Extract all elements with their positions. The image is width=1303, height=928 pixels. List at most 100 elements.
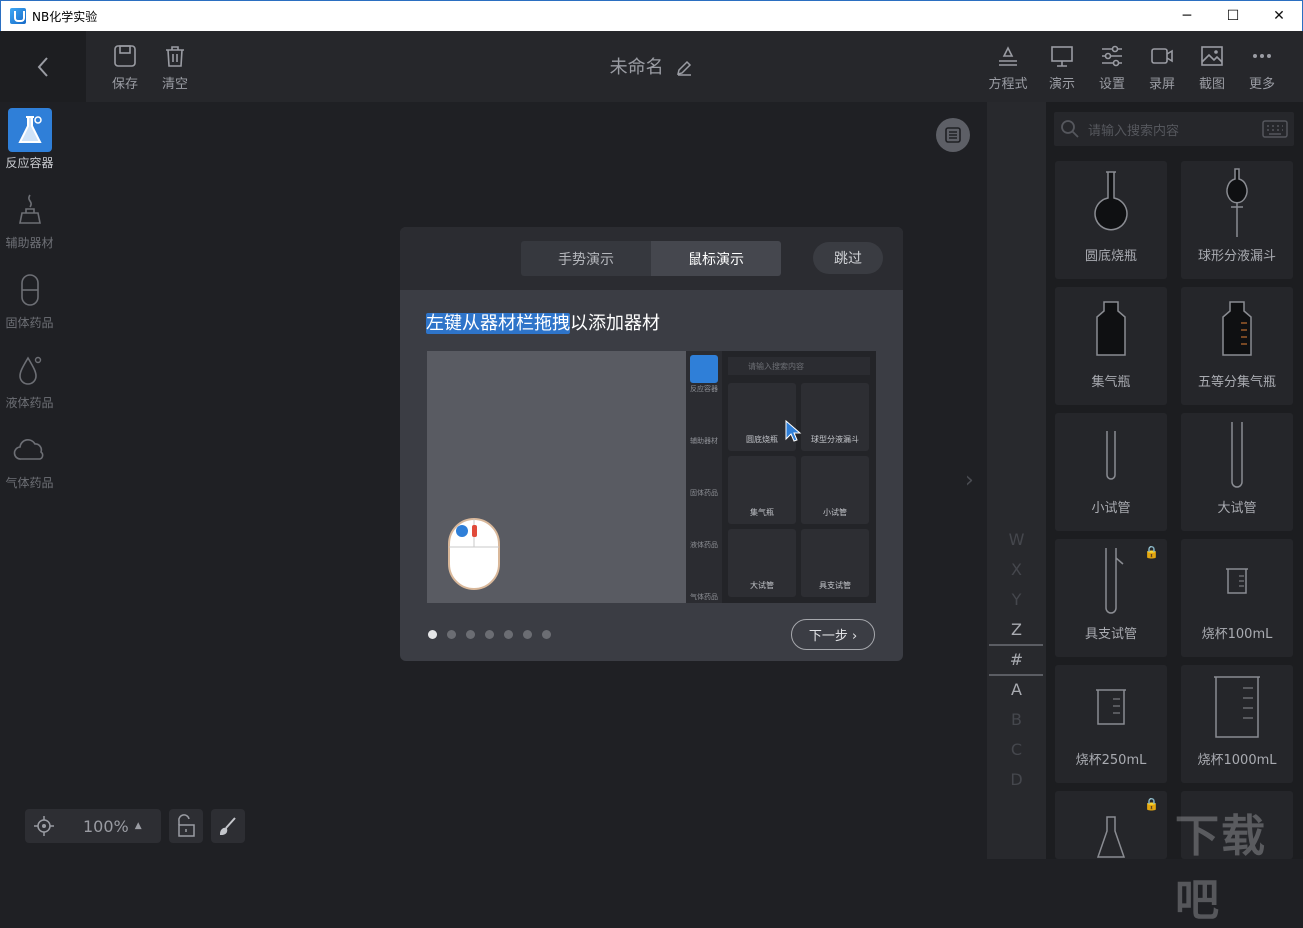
index-letter[interactable]: # [987, 650, 1046, 669]
skip-button[interactable]: 跳过 [813, 242, 883, 274]
equation-icon [999, 46, 1017, 66]
page-dot[interactable] [542, 630, 551, 639]
hint-highlight: 左键从器材栏拖拽 [426, 313, 570, 334]
equipment-item[interactable]: 球形分液漏斗 [1181, 161, 1293, 279]
tab-mouse-demo[interactable]: 鼠标演示 [651, 241, 781, 276]
page-dot[interactable] [447, 630, 456, 639]
page-dot[interactable] [428, 630, 437, 639]
title-bar: NB化学实验 ─ ☐ ✕ [0, 0, 1303, 31]
page-dot[interactable] [504, 630, 513, 639]
cursor-arrow-icon [785, 419, 802, 442]
search-input[interactable]: 请输入搜索内容 [1088, 120, 1179, 139]
more-button[interactable]: 更多 [1237, 43, 1287, 92]
category-gas[interactable]: 气体药品 [0, 428, 59, 491]
equation-button[interactable]: 方程式 [983, 43, 1033, 92]
list-view-button[interactable] [936, 118, 970, 152]
demo-category-label: 反应容器 [690, 385, 718, 393]
sliders-icon [1102, 45, 1122, 67]
toolbar: 保存 清空 未命名 方程式 演示 设置 录屏 截图 更多 [0, 31, 1303, 102]
demo-button[interactable]: 演示 [1037, 43, 1087, 92]
unlock-icon [178, 814, 195, 837]
equipment-item[interactable]: 🔒 [1055, 791, 1167, 859]
caret-up-icon[interactable]: ▲ [135, 821, 142, 831]
large-test-tube-icon [1231, 422, 1243, 488]
equipment-label: 烧杯250mL [1075, 753, 1147, 768]
category-solid[interactable]: 固体药品 [0, 268, 59, 331]
demo-flask-icon [690, 355, 718, 383]
gas-jar-icon [1096, 301, 1126, 356]
screenshot-label: 截图 [1198, 77, 1225, 92]
index-letter[interactable]: C [987, 740, 1046, 759]
image-icon [1201, 46, 1223, 66]
equipment-item[interactable]: 🔒 具支试管 [1055, 539, 1167, 657]
list-icon [945, 127, 961, 143]
page-dot[interactable] [485, 630, 494, 639]
equipment-label: 集气瓶 [1091, 375, 1131, 390]
equipment-item[interactable]: 五等分集气瓶 [1181, 287, 1293, 405]
app-logo-icon [10, 8, 26, 24]
graduated-gas-jar-icon [1222, 301, 1252, 356]
page-indicator [428, 630, 551, 639]
window-title: NB化学实验 [32, 9, 98, 24]
screenshot-button[interactable]: 截图 [1187, 43, 1237, 92]
beaker-250ml-icon [1096, 689, 1126, 725]
category-liquid[interactable]: 液体药品 [0, 348, 59, 411]
beaker-100ml-icon [1226, 568, 1248, 594]
demo-animation: 反应容器 辅助器材 固体药品 液体药品 气体药品 请输入搜索内容 圆底烧瓶 球型… [427, 351, 876, 603]
keyboard-icon[interactable] [1262, 119, 1288, 139]
lock-icon: 🔒 [1144, 545, 1159, 559]
minimize-button[interactable]: ─ [1164, 1, 1210, 31]
equipment-item[interactable]: 烧杯100mL [1181, 539, 1293, 657]
tab-gesture-demo[interactable]: 手势演示 [521, 241, 651, 276]
equipment-item[interactable]: 集气瓶 [1055, 287, 1167, 405]
next-step-button[interactable]: 下一步 › [791, 619, 875, 650]
beaker-1000ml-icon [1214, 676, 1260, 738]
search-box[interactable]: 请输入搜索内容 [1054, 112, 1294, 146]
equipment-label: 小试管 [1091, 501, 1131, 516]
index-letter[interactable]: A [987, 680, 1046, 699]
demo-category-label: 辅助器材 [690, 437, 718, 445]
index-letter[interactable]: Z [987, 620, 1046, 639]
demo-equipment-panel: 请输入搜索内容 圆底烧瓶 球型分液漏斗 集气瓶 小试管 大试管 具支试管 [722, 351, 876, 603]
page-dot[interactable] [523, 630, 532, 639]
settings-button[interactable]: 设置 [1087, 43, 1137, 92]
more-dots-icon [1253, 54, 1271, 58]
equipment-label: 烧杯100mL [1201, 627, 1273, 642]
equipment-item[interactable]: 烧杯1000mL [1181, 665, 1293, 783]
lock-icon: 🔒 [1144, 797, 1159, 811]
category-reaction-vessels[interactable]: 反应容器 [0, 108, 59, 171]
index-letter[interactable]: X [987, 560, 1046, 579]
brush-button[interactable] [211, 809, 245, 843]
record-button[interactable]: 录屏 [1137, 43, 1187, 92]
category-auxiliary[interactable]: 辅助器材 [0, 188, 59, 251]
maximize-button[interactable]: ☐ [1210, 1, 1256, 31]
close-button[interactable]: ✕ [1256, 1, 1302, 31]
divider [989, 644, 1043, 646]
demo-item: 小试管 [801, 456, 869, 524]
index-letter[interactable]: Y [987, 590, 1046, 609]
demo-search: 请输入搜索内容 [728, 357, 870, 375]
demo-item: 具支试管 [801, 529, 869, 597]
page-dot[interactable] [466, 630, 475, 639]
tutorial-hint: 左键从器材栏拖拽以添加器材 [426, 309, 660, 335]
dialog-header: 手势演示 鼠标演示 跳过 [400, 227, 903, 290]
conical-flask-icon [1096, 816, 1126, 858]
presentation-icon [1051, 46, 1073, 67]
watermark: 下载吧 [1175, 811, 1267, 926]
equipment-item[interactable]: 小试管 [1055, 413, 1167, 531]
chevron-right-icon[interactable]: › [965, 468, 974, 493]
tutorial-dialog: 手势演示 鼠标演示 跳过 左键从器材栏拖拽以添加器材 反应容器 辅助器材 固体药… [400, 227, 903, 661]
demo-label: 演示 [1048, 77, 1075, 92]
pencil-icon [677, 60, 692, 76]
round-bottom-flask-icon [1094, 171, 1128, 231]
crosshair-icon[interactable] [33, 815, 55, 837]
equipment-item[interactable]: 烧杯250mL [1055, 665, 1167, 783]
equipment-item[interactable]: 圆底烧瓶 [1055, 161, 1167, 279]
burner-icon [18, 194, 41, 224]
lock-toggle-button[interactable] [169, 809, 203, 843]
index-letter[interactable]: W [987, 530, 1046, 549]
equipment-item[interactable]: 大试管 [1181, 413, 1293, 531]
index-letter[interactable]: B [987, 710, 1046, 729]
zoom-level[interactable]: 100% [83, 817, 129, 836]
index-letter[interactable]: D [987, 770, 1046, 789]
